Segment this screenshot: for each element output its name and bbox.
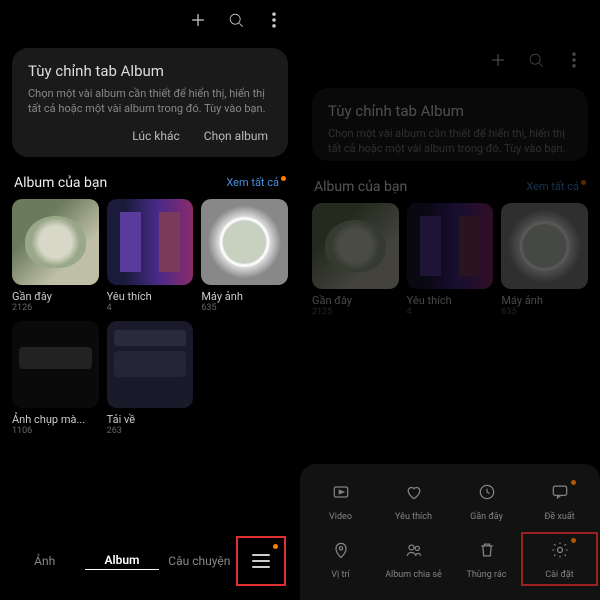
album-item[interactable]: Tải về 263 xyxy=(107,321,194,436)
section-title: Album của bạn xyxy=(14,175,107,191)
see-all-link[interactable]: Xem tất cả xyxy=(526,180,586,193)
video-icon xyxy=(331,482,351,502)
album-item[interactable]: Máy ảnh 635 xyxy=(501,203,588,318)
sheet-location[interactable]: Vị trí xyxy=(306,540,375,580)
album-item[interactable]: Yêu thích 4 xyxy=(407,203,494,318)
see-all-link[interactable]: Xem tất cả xyxy=(226,176,286,189)
orange-dot-icon xyxy=(571,480,576,485)
orange-dot-icon xyxy=(571,538,576,543)
add-icon[interactable] xyxy=(188,10,208,34)
sheet-shared[interactable]: Album chia sẻ xyxy=(379,540,448,580)
tab-albums[interactable]: Album xyxy=(85,553,158,570)
album-thumbnail xyxy=(107,199,194,286)
album-thumbnail xyxy=(107,321,194,408)
clock-icon xyxy=(477,482,497,502)
card-body: Chọn một vài album cần thiết để hiển thị… xyxy=(28,86,272,117)
add-icon[interactable] xyxy=(488,50,508,74)
sheet-video[interactable]: Video xyxy=(306,482,375,522)
menu-button[interactable] xyxy=(236,536,286,586)
orange-dot-icon xyxy=(273,544,278,549)
album-thumbnail xyxy=(501,203,588,290)
highlight-box xyxy=(521,532,598,586)
album-item[interactable]: Gần đây 2126 xyxy=(12,199,99,314)
search-icon[interactable] xyxy=(526,50,546,74)
album-item[interactable]: Yêu thích 4 xyxy=(107,199,194,314)
album-thumbnail xyxy=(201,199,288,286)
album-thumbnail xyxy=(12,321,99,408)
card-body: Chọn một vài album cần thiết để hiển thị… xyxy=(328,126,572,157)
album-item[interactable]: Ảnh chụp mà... 1106 xyxy=(12,321,99,436)
hamburger-icon xyxy=(252,554,270,568)
album-item[interactable]: Gần đây 2125 xyxy=(312,203,399,318)
album-item[interactable]: Máy ảnh 635 xyxy=(201,199,288,314)
orange-dot-icon xyxy=(281,176,286,181)
album-thumbnail xyxy=(407,203,494,290)
card-title: Tùy chỉnh tab Album xyxy=(328,102,572,120)
bottom-nav: Ảnh Album Câu chuyện xyxy=(0,522,300,600)
customize-albums-card: Tùy chỉnh tab Album Chọn một vài album c… xyxy=(12,48,288,157)
heart-icon xyxy=(404,482,424,502)
section-title: Album của bạn xyxy=(314,179,407,195)
more-icon[interactable] xyxy=(564,50,584,74)
trash-icon xyxy=(477,540,497,560)
sheet-settings[interactable]: Cài đặt xyxy=(525,540,594,580)
chat-icon xyxy=(550,482,570,502)
tab-photos[interactable]: Ảnh xyxy=(8,554,81,568)
tab-stories[interactable]: Câu chuyện xyxy=(163,554,236,568)
more-icon[interactable] xyxy=(264,10,284,34)
later-button[interactable]: Lúc khác xyxy=(132,129,180,143)
search-icon[interactable] xyxy=(226,10,246,34)
album-thumbnail xyxy=(312,203,399,290)
choose-album-button[interactable]: Chọn album xyxy=(204,129,268,143)
users-icon xyxy=(404,540,424,560)
sheet-suggest[interactable]: Đề xuất xyxy=(525,482,594,522)
pin-icon xyxy=(331,540,351,560)
sheet-trash[interactable]: Thùng rác xyxy=(452,540,521,580)
customize-albums-card: Tùy chỉnh tab Album Chọn một vài album c… xyxy=(312,88,588,161)
album-thumbnail xyxy=(12,199,99,286)
menu-sheet: Video Yêu thích Gần đây Đề xuất Vị trí A… xyxy=(300,464,600,600)
card-title: Tùy chỉnh tab Album xyxy=(28,62,272,80)
sheet-recent[interactable]: Gần đây xyxy=(452,482,521,522)
sheet-favorite[interactable]: Yêu thích xyxy=(379,482,448,522)
